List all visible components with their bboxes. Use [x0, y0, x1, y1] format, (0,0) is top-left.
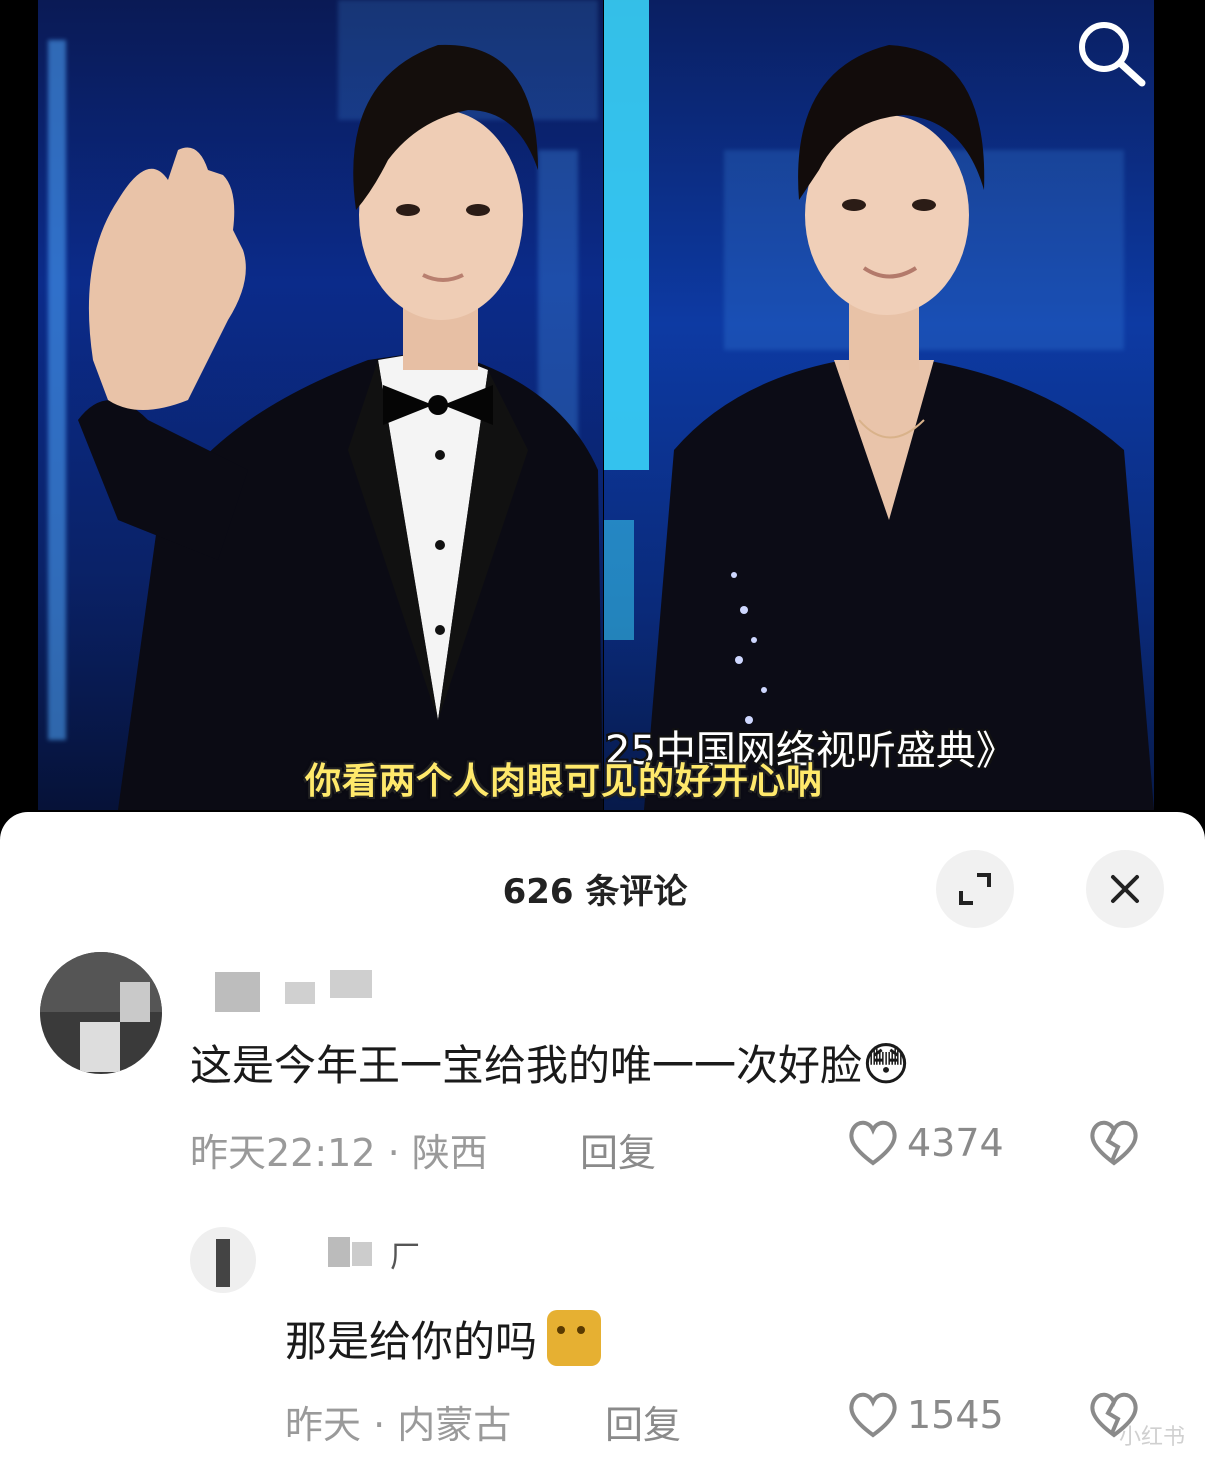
avatar[interactable]: [40, 952, 162, 1074]
reply-meta: 昨天 · 内蒙古: [285, 1403, 512, 1447]
broken-heart-icon: [1090, 1120, 1138, 1166]
reply-button[interactable]: 回复: [580, 1122, 656, 1177]
reply-reply-button[interactable]: 回复: [605, 1394, 681, 1449]
video-frame-right: [604, 0, 1154, 810]
video-player[interactable]: 25中国网络视听盛典》 你看两个人肉眼可见的好开心呐: [0, 0, 1205, 830]
heart-icon: [849, 1392, 897, 1438]
close-button[interactable]: [1086, 850, 1164, 928]
watermark: 小红书: [1118, 1425, 1185, 1450]
cat-sticker-icon: [547, 1310, 602, 1366]
comment-text: 这是今年王一宝给我的唯一一次好脸😳: [190, 1037, 910, 1091]
video-frame-left: [38, 0, 603, 810]
person-right-illustration: [644, 45, 1154, 810]
like-button[interactable]: 4374: [845, 1117, 1004, 1169]
expand-icon: [959, 873, 991, 905]
search-icon: [1079, 22, 1146, 87]
video-subtitle: 你看两个人肉眼可见的好开心呐: [305, 761, 824, 802]
reply-like-count: 1545: [907, 1393, 1004, 1437]
reply-text: 那是给你的吗: [285, 1308, 602, 1369]
heart-icon: [849, 1120, 897, 1166]
person-left-illustration: [78, 44, 603, 810]
comment-meta: 昨天22:12 · 陕西: [190, 1131, 488, 1175]
comments-sheet: 626 条评论 这是今年王一宝给我的唯一一次好脸😳 昨天22:12 · 陕西 回…: [0, 812, 1205, 1469]
search-button[interactable]: [1070, 15, 1150, 87]
reply-like-button[interactable]: 1545: [845, 1389, 1004, 1441]
flushed-emoji-icon: 😳: [862, 1037, 910, 1091]
dislike-button[interactable]: [1086, 1117, 1142, 1173]
like-count: 4374: [907, 1121, 1004, 1165]
reply-avatar[interactable]: [190, 1227, 256, 1293]
expand-button[interactable]: [936, 850, 1014, 928]
close-icon: [1111, 875, 1139, 903]
